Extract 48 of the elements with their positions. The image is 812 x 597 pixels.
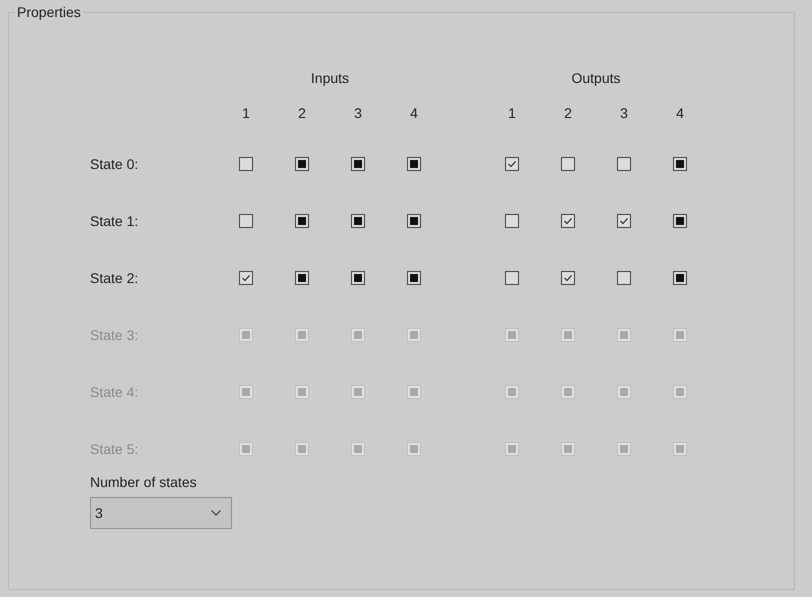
- checkmark-icon: [508, 160, 516, 167]
- checkbox[interactable]: [351, 270, 365, 284]
- state-label: State 2:: [90, 270, 140, 286]
- checkbox[interactable]: [239, 156, 253, 170]
- chevron-down-icon: [211, 510, 221, 516]
- checkbox[interactable]: [673, 270, 687, 284]
- column-number: 1: [242, 105, 250, 121]
- column-number: 3: [620, 105, 628, 121]
- column-number: 1: [508, 105, 516, 121]
- checkbox[interactable]: [561, 214, 575, 228]
- column-group-header: Outputs: [571, 70, 621, 86]
- checkbox[interactable]: [617, 270, 631, 284]
- column-number: 3: [354, 105, 362, 121]
- checkmark-icon: [564, 218, 572, 224]
- checkbox[interactable]: [295, 214, 309, 228]
- checkbox[interactable]: [617, 214, 631, 228]
- field-label: Number of states: [90, 473, 197, 491]
- column-number: 2: [298, 105, 306, 121]
- state-label: State 1:: [90, 212, 140, 228]
- checkbox[interactable]: [239, 214, 253, 228]
- column-number: 2: [564, 105, 572, 121]
- checkbox[interactable]: [505, 156, 519, 170]
- state-label: State 0:: [90, 156, 140, 172]
- column-group-header: Inputs: [310, 70, 350, 86]
- checkbox[interactable]: [505, 270, 519, 284]
- checkbox[interactable]: [407, 156, 421, 170]
- state-label: State 4:: [90, 384, 140, 400]
- checkbox[interactable]: [673, 214, 687, 228]
- column-number: 4: [410, 105, 418, 121]
- checkbox[interactable]: [673, 156, 687, 170]
- checkbox[interactable]: [617, 156, 631, 170]
- checkbox[interactable]: [561, 156, 575, 170]
- checkmark-icon: [620, 218, 628, 224]
- checkbox[interactable]: [561, 270, 575, 284]
- checkbox[interactable]: [407, 270, 421, 284]
- checkbox[interactable]: [351, 156, 365, 170]
- column-number: 4: [676, 105, 684, 121]
- checkbox[interactable]: [239, 270, 253, 284]
- checkmark-icon: [242, 274, 250, 281]
- state-label: State 3:: [90, 326, 140, 342]
- checkbox[interactable]: [351, 214, 365, 228]
- checkbox[interactable]: [505, 214, 519, 228]
- checkmark-icon: [564, 274, 572, 281]
- checkbox[interactable]: [407, 214, 421, 228]
- state-label: State 5:: [90, 440, 140, 456]
- number-of-states-dropdown[interactable]: 3: [90, 497, 232, 529]
- checkbox[interactable]: [295, 270, 309, 284]
- checkbox[interactable]: [295, 156, 309, 170]
